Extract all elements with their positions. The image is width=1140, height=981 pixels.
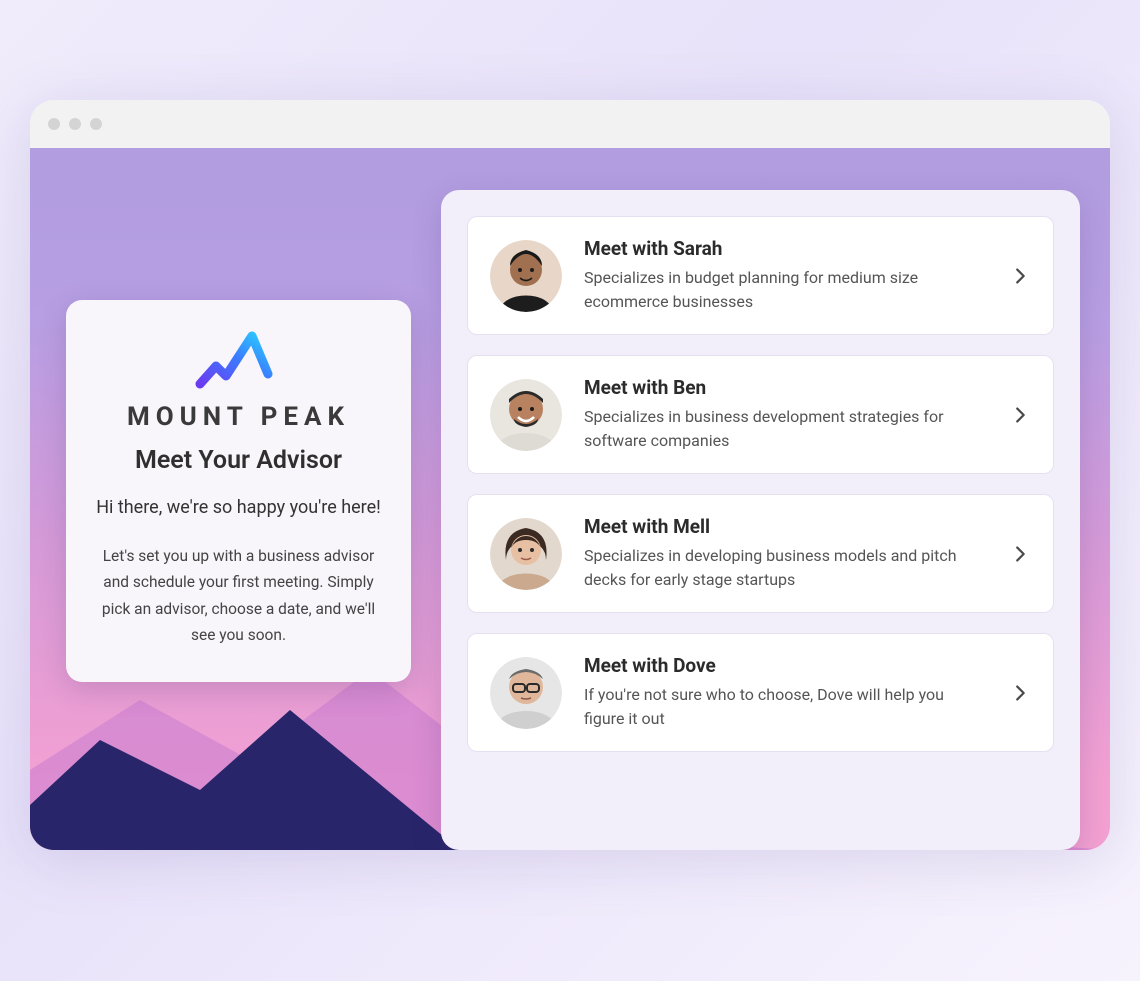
advisor-desc: Specializes in budget planning for mediu… — [584, 266, 987, 314]
page-content: MOUNT PEAK Meet Your Advisor Hi there, w… — [30, 148, 1110, 850]
intro-heading: Meet Your Advisor — [92, 446, 385, 475]
avatar — [490, 240, 562, 312]
intro-subheading: Hi there, we're so happy you're here! — [92, 495, 385, 521]
advisor-text: Meet with Ben Specializes in business de… — [584, 376, 987, 453]
chevron-right-icon — [1009, 543, 1031, 565]
advisor-title: Meet with Sarah — [584, 237, 987, 260]
advisor-text: Meet with Dove If you're not sure who to… — [584, 654, 987, 731]
window-maximize-button[interactable] — [90, 118, 102, 130]
advisor-card-ben[interactable]: Meet with Ben Specializes in business de… — [467, 355, 1054, 474]
chevron-right-icon — [1009, 404, 1031, 426]
advisor-title: Meet with Mell — [584, 515, 987, 538]
advisor-text: Meet with Mell Specializes in developing… — [584, 515, 987, 592]
window-controls — [48, 118, 102, 130]
window-minimize-button[interactable] — [69, 118, 81, 130]
advisor-desc: Specializes in business development stra… — [584, 405, 987, 453]
window-title-bar — [30, 100, 1110, 148]
intro-description: Let's set you up with a business advisor… — [92, 543, 385, 648]
advisors-panel: Meet with Sarah Specializes in budget pl… — [441, 190, 1080, 850]
advisor-card-dove[interactable]: Meet with Dove If you're not sure who to… — [467, 633, 1054, 752]
advisor-title: Meet with Ben — [584, 376, 987, 399]
advisor-title: Meet with Dove — [584, 654, 987, 677]
brand-name: MOUNT PEAK — [127, 402, 350, 432]
chevron-right-icon — [1009, 682, 1031, 704]
avatar — [490, 657, 562, 729]
chevron-right-icon — [1009, 265, 1031, 287]
advisor-card-sarah[interactable]: Meet with Sarah Specializes in budget pl… — [467, 216, 1054, 335]
intro-card: MOUNT PEAK Meet Your Advisor Hi there, w… — [66, 300, 411, 682]
window-close-button[interactable] — [48, 118, 60, 130]
mount-peak-logo-icon — [194, 330, 284, 390]
brand-logo: MOUNT PEAK — [92, 330, 385, 432]
advisor-card-mell[interactable]: Meet with Mell Specializes in developing… — [467, 494, 1054, 613]
browser-window: MOUNT PEAK Meet Your Advisor Hi there, w… — [30, 100, 1110, 850]
advisor-desc: If you're not sure who to choose, Dove w… — [584, 683, 987, 731]
avatar — [490, 379, 562, 451]
avatar — [490, 518, 562, 590]
advisor-desc: Specializes in developing business model… — [584, 544, 987, 592]
advisor-text: Meet with Sarah Specializes in budget pl… — [584, 237, 987, 314]
